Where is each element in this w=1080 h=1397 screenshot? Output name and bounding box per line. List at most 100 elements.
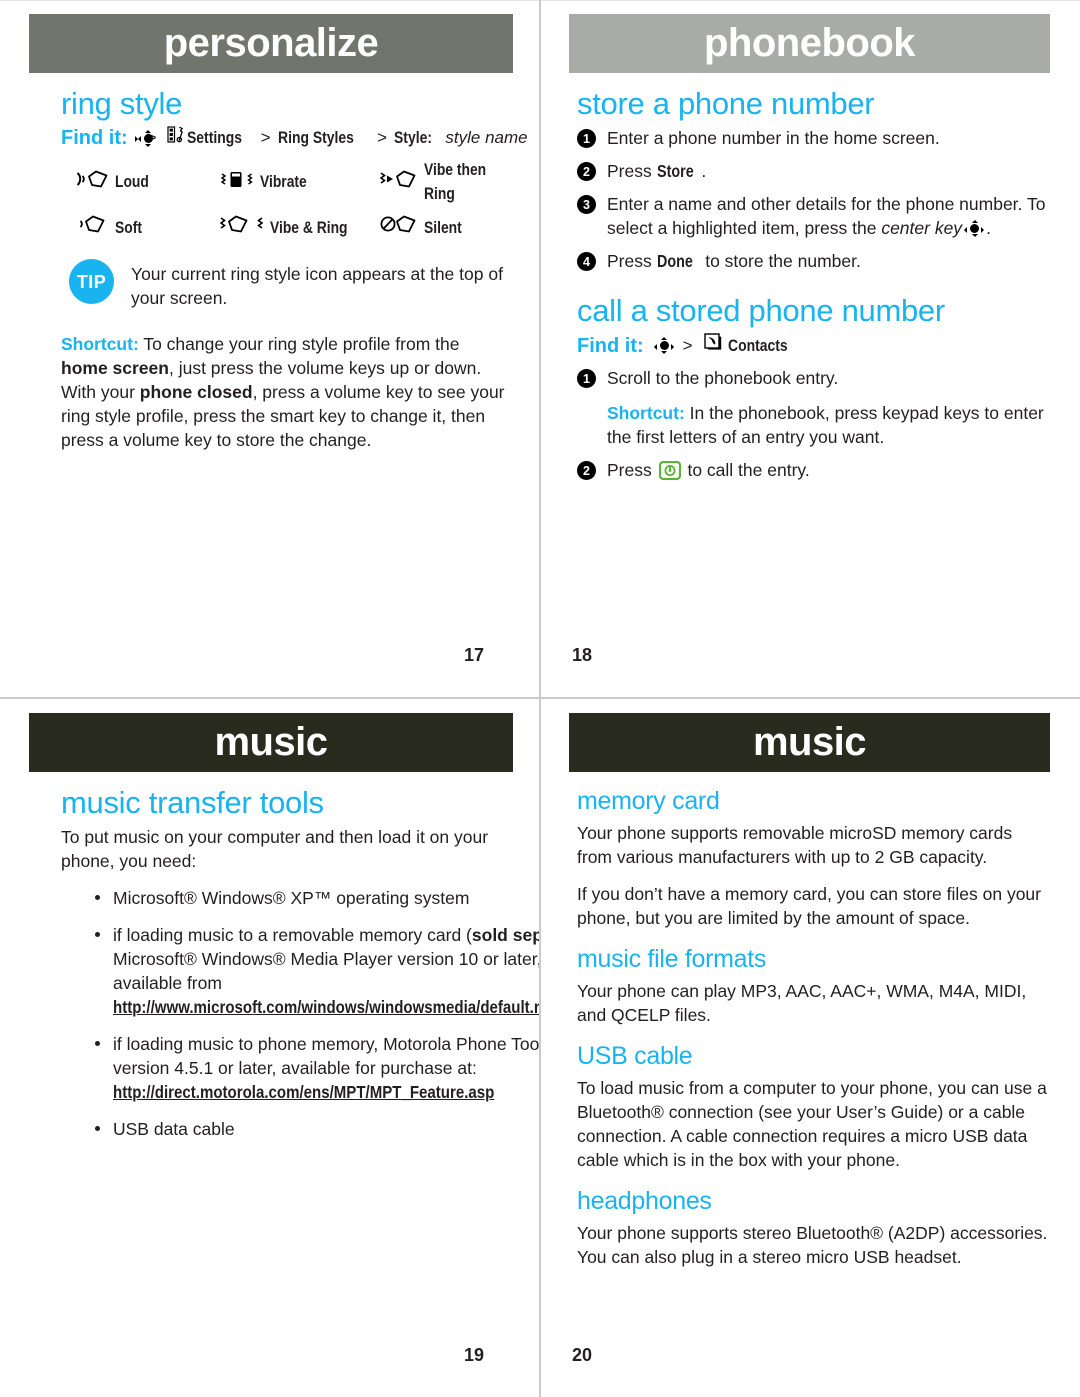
settings-tools-icon [166,126,184,150]
section-title-headphones: headphones [577,1187,712,1215]
step-number: 4 [577,252,596,271]
chapter-banner-wrap: personalize [0,0,539,73]
find-it-ring-style: Find it: > Settings > [61,126,528,150]
bullet-dot-icon [95,1126,100,1131]
music-file-formats-paragraph: Your phone can play MP3, AAC, AAC+, WMA,… [577,981,1027,1025]
ring-style-name: Vibrate [260,173,307,191]
call-number-steps: 1 Scroll to the phonebook entry. Shortcu… [577,366,1054,486]
center-key-icon [653,337,674,354]
step-text: Press Done to store the number. [607,249,1054,273]
step-number: 1 [577,129,596,148]
step-text-line: Scroll to the phonebook entry. [607,368,839,388]
page-number-17: 17 [463,645,484,665]
chapter-title: music [752,720,867,764]
chapter-banner-music-left: music [29,713,513,772]
step-item: 1 Enter a phone number in the home scree… [577,126,1054,150]
step-number: 1 [577,369,596,388]
step-text-pre: Press [607,460,657,480]
ring-style-name: Vibe & Ring [270,218,348,237]
memory-card-paragraph-2: If you don’t have a memory card, you can… [577,884,1041,928]
center-key-term: center key [881,218,963,238]
find-it-ring-styles: Ring Styles [277,128,354,147]
page-number-18: 18 [572,645,593,665]
shortcut-t1: To change your ring style profile from t… [138,334,460,354]
find-it-sep-2: > [260,128,271,147]
bullet-dot-icon [95,895,100,900]
step-text-post: . [986,218,991,238]
page-18-body: store a phone number 1 Enter a phone num… [541,86,1080,486]
page-20: music memory card Your phone supports re… [541,699,1080,1397]
find-it-label: Find it: [61,127,128,149]
section-title-call-a-stored-phone-number: call a stored phone number [577,293,945,328]
sold-separately-emphasis: sold separately [471,925,539,945]
chapter-banner-wrap: music [541,699,1080,772]
ring-style-item-silent: Silent [380,214,505,241]
motorola-phone-tools-url[interactable]: http://direct.motorola.com/ens/MPT/MPT_F… [113,1080,494,1104]
step-item: 4 Press Done to store the number. [577,249,1054,273]
usb-cable-paragraph: To load music from a computer to your ph… [577,1078,1047,1170]
page-20-body: memory card Your phone supports removabl… [541,787,1080,1269]
list-item-text-pre: if loading music to phone memory, Motoro… [113,1034,539,1078]
tip-callout: TIP Your current ring style icon appears… [69,259,505,310]
chapter-title: phonebook [703,21,916,65]
list-item-text-pre: if loading music to a removable memory c… [113,925,472,945]
vibe-then-ring-icon [379,169,418,196]
page-17-body: ring style Find it: > [0,86,539,452]
ring-style-item-loud: Loud [75,169,220,196]
center-key-icon [964,220,985,237]
step-text-pre: Press [607,161,657,181]
section-title-ring-style: ring style [61,86,183,121]
speaker-soft-icon [75,214,109,241]
ring-style-item-vibrate: Vibrate [220,169,380,196]
step-text-post: to call the entry. [682,460,810,480]
softkey-label-done: Done [656,251,693,271]
page-19: music music transfer tools To put music … [0,699,539,1397]
list-item: if loading music to phone memory, Motoro… [61,1032,539,1104]
shortcut-label: Shortcut: [607,403,685,423]
step-text: Enter a name and other details for the p… [607,192,1054,240]
bullet-dot-icon [95,932,100,937]
list-item-text: Microsoft® Windows® XP™ operating system [113,888,470,908]
step-number: 2 [577,162,596,181]
find-it-style-label: Style: [394,128,433,147]
step-number: 3 [577,195,596,214]
ring-style-item-vibe-and-ring: Vibe & Ring [219,214,380,241]
section-title-music-file-formats: music file formats [577,945,767,973]
list-item-text: if loading music to a removable memory c… [113,923,539,1019]
windows-media-url[interactable]: http://www.microsoft.com/windows/windows… [113,995,539,1019]
vibe-and-ring-icon [219,214,264,241]
chapter-title: music [214,720,328,764]
ring-style-name: Loud [115,173,149,191]
tip-badge: TIP [69,259,114,304]
shortcut-b2: phone closed [139,382,253,402]
step-text: Press Store. [607,159,1054,183]
section-title-memory-card: memory card [577,787,720,815]
shortcut-b1: home screen [61,358,169,378]
page-18: phonebook store a phone number 1 Enter a… [541,0,1080,697]
ring-style-name: Vibe then Ring [424,161,487,203]
ring-style-item-vibe-then-ring: Vibe then Ring [379,158,505,206]
find-it-contacts: Find it: > Contacts [577,333,1054,358]
page-number-19: 19 [463,1345,484,1365]
step-text-pre: Press [607,251,657,271]
step-text-post: to store the number. [700,251,861,271]
ring-style-list: Loud Vibrate Vibe then Ring Soft Vibe & … [75,158,505,241]
list-item: if loading music to a removable memory c… [61,923,539,1019]
speaker-loud-icon [75,169,109,196]
store-number-steps: 1 Enter a phone number in the home scree… [577,126,1054,273]
ring-style-name: Soft [115,218,142,237]
list-item-text: USB data cable [113,1119,235,1139]
manual-sheet: personalize ring style Find it: > [0,0,1080,1397]
speaker-silent-icon [380,214,418,241]
list-item: USB data cable [61,1117,505,1141]
headphones-paragraph: Your phone supports stereo Bluetooth® (A… [577,1223,1048,1267]
find-it-label: Find it: [577,334,644,357]
find-it-contacts-label: Contacts [727,335,788,355]
ring-style-name: Silent [424,218,462,237]
chapter-banner-wrap: phonebook [541,0,1080,73]
section-title-music-transfer-tools: music transfer tools [61,785,324,820]
step-item: 2 Press Store. [577,159,1054,183]
softkey-label-store: Store [656,161,694,181]
chapter-banner-music-right: music [569,713,1050,772]
step-item: 3 Enter a name and other details for the… [577,192,1054,240]
